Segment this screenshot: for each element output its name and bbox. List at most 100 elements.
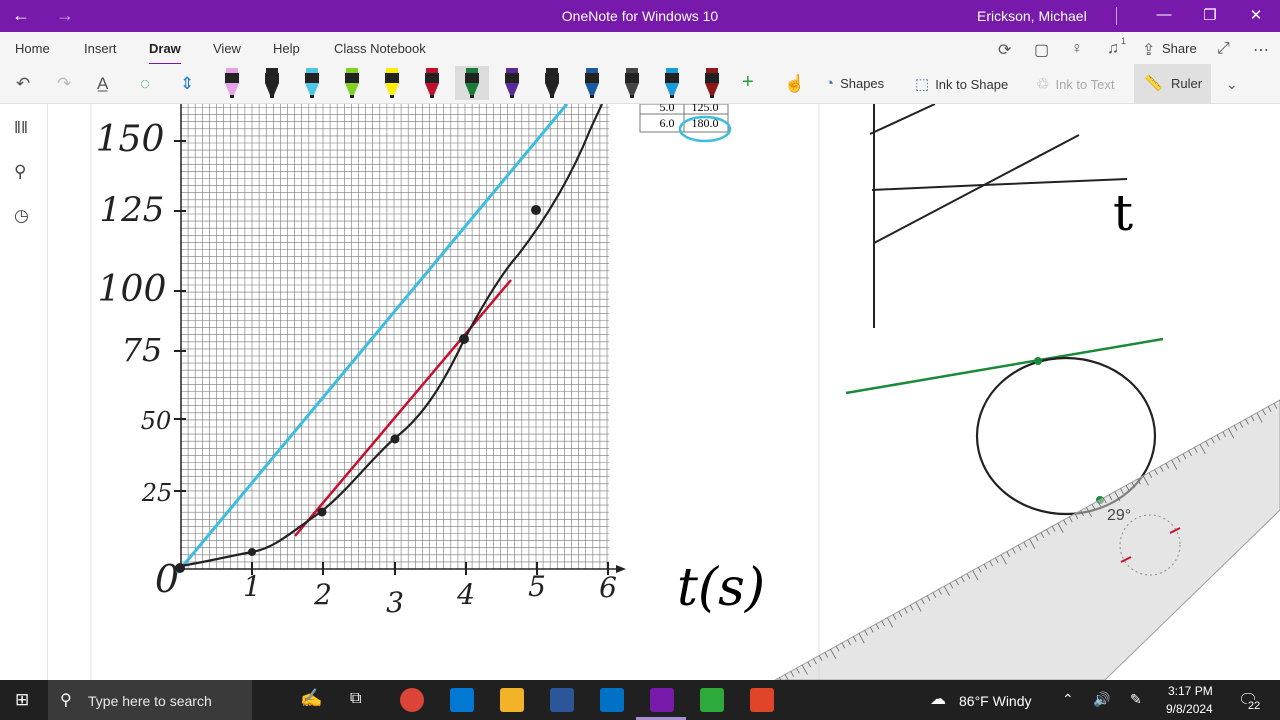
ruler-icon: 📏 — [1144, 75, 1163, 92]
pen-swatch[interactable] — [380, 66, 404, 100]
pen-swatch[interactable] — [420, 66, 444, 100]
store-icon[interactable] — [450, 688, 474, 712]
onenote-icon[interactable] — [650, 688, 674, 712]
data-point — [248, 548, 256, 556]
ink-to-shape-button[interactable]: ⬚ Ink to Shape — [915, 75, 1008, 93]
chevron-up-icon[interactable]: ⌃ — [1062, 691, 1074, 708]
y-tick-label: 125 — [100, 190, 165, 230]
ink-to-text-label: Ink to Text — [1055, 77, 1115, 92]
snagit-icon[interactable] — [750, 688, 774, 712]
notebooks-icon[interactable]: ‖‖ — [14, 118, 28, 138]
add-pen-icon[interactable]: + — [742, 71, 754, 94]
tab-class-notebook[interactable]: Class Notebook — [334, 41, 426, 56]
ink-to-shape-icon: ⬚ — [915, 76, 930, 93]
type-select-icon[interactable]: A̲ — [97, 74, 108, 94]
pen-swatch[interactable] — [540, 66, 564, 100]
pen-swatch[interactable] — [660, 66, 684, 100]
redo-icon[interactable]: ↷ — [57, 74, 71, 94]
tab-view[interactable]: View — [213, 41, 241, 56]
pen-swatch[interactable] — [500, 66, 524, 100]
recent-icon[interactable]: ◷ — [14, 206, 29, 226]
search-placeholder: Type here to search — [88, 693, 212, 709]
ruler-button[interactable]: 📏 Ruler — [1134, 64, 1211, 104]
blue-line — [175, 104, 569, 574]
data-point — [317, 507, 327, 517]
tab-draw[interactable]: Draw — [149, 41, 181, 66]
table-cell: 125.0 — [692, 104, 719, 114]
tab-home[interactable]: Home — [15, 41, 50, 56]
lasso-select-icon[interactable]: ◌ — [140, 74, 150, 94]
tab-insert[interactable]: Insert — [84, 41, 117, 56]
lightbulb-icon[interactable]: ♀ — [1071, 40, 1083, 58]
clock-date[interactable]: 9/8/2024 — [1166, 702, 1213, 716]
search-box[interactable]: ⚲ Type here to search — [48, 680, 252, 720]
origin-point — [175, 563, 185, 573]
more-icon[interactable]: ⋯ — [1253, 40, 1269, 60]
tangent-point — [1034, 357, 1042, 365]
restore-icon[interactable]: ❐ — [1200, 6, 1220, 24]
pen-swatch[interactable] — [220, 66, 244, 100]
bell-icon[interactable]: ♫ — [1107, 40, 1119, 58]
sync-icon[interactable]: ⟳ — [998, 40, 1011, 60]
task-view-icon[interactable]: ⧉ — [350, 690, 361, 708]
note-canvas[interactable]: 150 125 100 75 50 25 0 123456 5.0 125.0 6.0 18… — [48, 104, 1280, 680]
pen-swatch[interactable] — [260, 66, 284, 100]
ink-to-text-icon: ♲ — [1036, 76, 1050, 93]
tab-help[interactable]: Help — [273, 41, 300, 56]
pen-swatch[interactable] — [455, 66, 489, 100]
search-icon: ⚲ — [60, 692, 72, 709]
pen-swatch[interactable] — [620, 66, 644, 100]
minimize-icon[interactable]: — — [1154, 6, 1174, 23]
outlook-icon[interactable] — [600, 688, 624, 712]
sketch-t-label: t — [1113, 184, 1133, 242]
pen-swatch[interactable] — [340, 66, 364, 100]
add-space-icon[interactable]: ⇕ — [180, 74, 194, 94]
chrome-icon[interactable] — [400, 688, 424, 712]
search-highlight-icon[interactable]: ✍ — [300, 688, 322, 709]
ink-to-text-button[interactable]: ♲ Ink to Text — [1036, 75, 1114, 93]
shapes-icon: ◔ — [825, 75, 835, 92]
shapes-button[interactable]: ◔ Shapes — [825, 75, 884, 92]
weather-icon[interactable]: ☁ — [930, 689, 946, 709]
undo-icon[interactable]: ↶ — [16, 74, 30, 94]
y-tick-label: 50 — [141, 407, 172, 435]
search-icon[interactable]: ⚲ — [14, 162, 26, 182]
weather-text[interactable]: 86°F Windy — [959, 693, 1032, 709]
y-axis-ticks: 150 125 100 75 50 25 0 — [96, 119, 186, 601]
data-point — [390, 434, 400, 444]
divider — [1116, 7, 1117, 25]
file-explorer-icon[interactable] — [500, 688, 524, 712]
shapes-label: Shapes — [840, 76, 885, 91]
ruler[interactable]: 29° — [773, 399, 1280, 680]
volume-icon[interactable]: 🔊 — [1093, 691, 1110, 708]
ruler-angle: 29° — [1107, 507, 1131, 524]
y-tick-label: 75 — [122, 331, 163, 369]
graph-grid — [180, 104, 609, 570]
start-icon[interactable]: ⊞ — [15, 690, 29, 710]
share-button[interactable]: Share — [1162, 41, 1197, 56]
pen-swatch[interactable] — [300, 66, 324, 100]
pen-icon[interactable]: ✎ — [1130, 691, 1142, 708]
x-tick-label: 2 — [313, 578, 332, 611]
green-tangent-line — [845, 337, 1164, 395]
chevron-down-icon[interactable]: ⌄ — [1226, 76, 1238, 93]
expand-icon[interactable]: ⤢ — [1217, 40, 1230, 58]
user-name[interactable]: Erickson, Michael — [977, 8, 1087, 24]
ribbon-tabs: Home Insert Draw View Help Class Noteboo… — [0, 32, 1280, 66]
x-tick-label: 3 — [386, 586, 404, 619]
draw-toolbar: ↶ ↷ A̲ ◌ ⇕ + ☝ ◔ Shapes ⬚ Ink to Shape ♲ In… — [0, 64, 1280, 104]
close-icon[interactable]: ✕ — [1246, 6, 1266, 24]
x-axis-arrow — [616, 565, 626, 573]
y-tick-label: 0 — [155, 557, 179, 601]
camtasia-icon[interactable] — [700, 688, 724, 712]
pen-swatch[interactable] — [580, 66, 604, 100]
pen-swatch[interactable] — [700, 66, 724, 100]
clock-time[interactable]: 3:17 PM — [1168, 684, 1213, 698]
page-icon[interactable]: ▢ — [1034, 40, 1049, 60]
ink-to-shape-label: Ink to Shape — [935, 77, 1009, 92]
word-icon[interactable] — [550, 688, 574, 712]
share-icon[interactable]: ⇪ — [1142, 40, 1155, 60]
touch-draw-icon[interactable]: ☝ — [784, 74, 805, 94]
y-tick-label: 25 — [141, 479, 173, 507]
title-bar: ← → OneNote for Windows 10 Erickson, Mic… — [0, 0, 1280, 32]
